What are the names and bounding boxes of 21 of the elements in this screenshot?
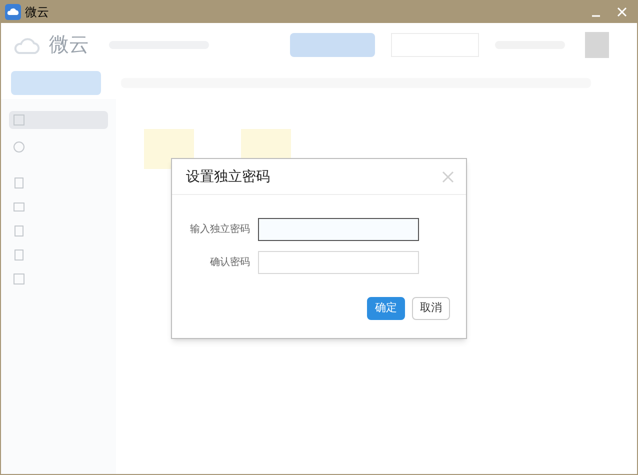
close-icon — [617, 7, 627, 17]
cancel-button[interactable]: 取消 — [412, 297, 450, 320]
dialog-title: 设置独立密码 — [186, 167, 270, 186]
app-name: 微云 — [49, 33, 89, 58]
field-label: 输入独立密码 — [189, 222, 251, 237]
highlight-bar[interactable] — [9, 111, 108, 129]
document-icon[interactable] — [13, 177, 25, 189]
document-icon[interactable] — [13, 225, 25, 237]
password-field[interactable] — [258, 218, 419, 241]
avatar — [585, 32, 609, 58]
clock-icon[interactable] — [13, 141, 25, 153]
upload-button[interactable] — [290, 33, 375, 57]
cloud-logo-icon — [5, 4, 21, 20]
minimize-icon — [591, 15, 601, 17]
document-icon[interactable] — [13, 249, 25, 261]
image-icon[interactable] — [13, 201, 25, 213]
new-button[interactable] — [11, 71, 101, 95]
cloud-logo-icon — [13, 35, 41, 55]
window-title: 微云 — [25, 4, 49, 21]
close-button[interactable] — [440, 168, 456, 184]
field-label: 确认密码 — [209, 256, 251, 270]
